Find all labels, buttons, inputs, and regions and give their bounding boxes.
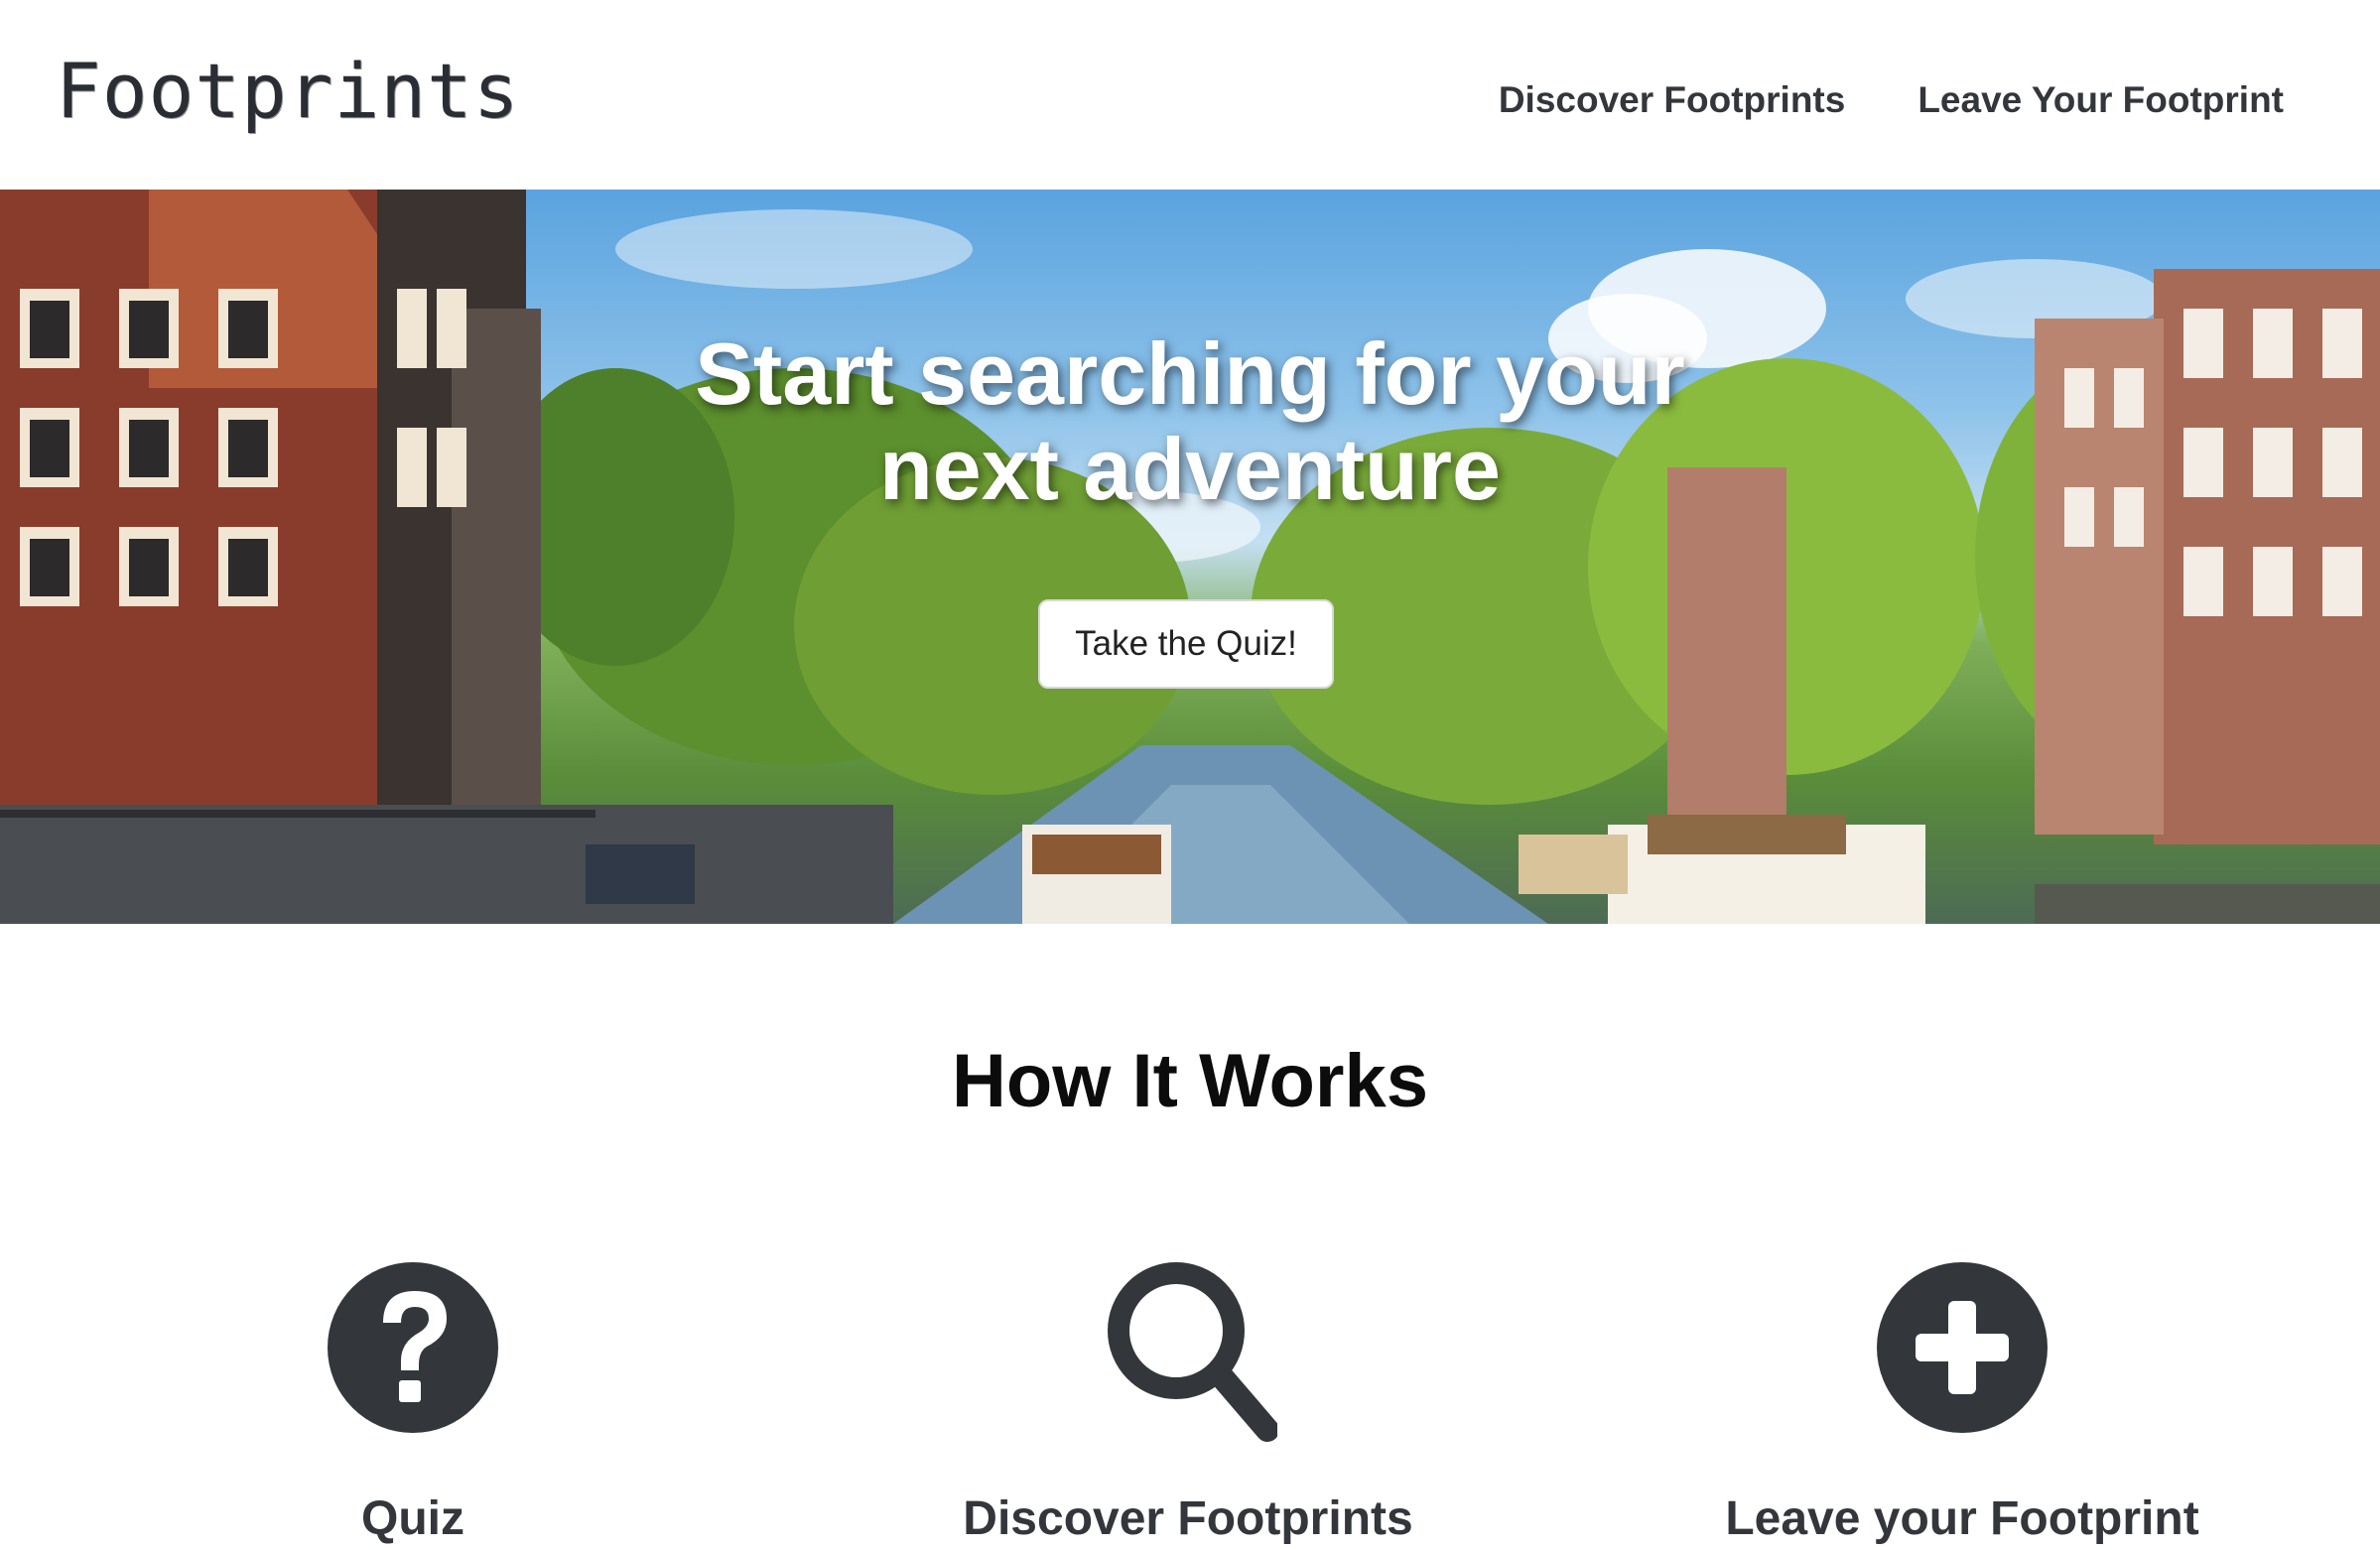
search-icon — [1108, 1262, 1277, 1442]
feature-discover-footprints[interactable]: Discover Footprints — [841, 1253, 1535, 1549]
how-it-works-heading: How It Works — [952, 1039, 1428, 1123]
take-quiz-button[interactable]: Take the Quiz! — [1038, 599, 1334, 689]
plus-circle-icon — [1877, 1262, 2048, 1433]
feature-leave-your-footprint[interactable]: Leave your Footprint — [1615, 1253, 2310, 1549]
main-nav: Discover Footprints Leave Your Footprint — [1499, 67, 2284, 133]
feature-leave-label: Leave your Footprint — [1725, 1492, 2199, 1545]
hero-banner: Start searching for your next adventure … — [0, 190, 2380, 924]
hero-title: Start searching for your next adventure — [695, 324, 1685, 518]
nav-leave-your-footprint[interactable]: Leave Your Footprint — [1917, 67, 2284, 133]
feature-quiz[interactable]: Quiz — [66, 1253, 760, 1549]
feature-quiz-label: Quiz — [361, 1492, 464, 1545]
site-header: Footprints Discover Footprints Leave You… — [0, 0, 2380, 190]
site-logo[interactable]: Footprints — [56, 42, 520, 141]
hero-background-image — [0, 190, 2380, 924]
feature-discover-label: Discover Footprints — [963, 1492, 1413, 1545]
question-circle-icon — [328, 1262, 498, 1433]
nav-discover-footprints[interactable]: Discover Footprints — [1499, 67, 1846, 133]
